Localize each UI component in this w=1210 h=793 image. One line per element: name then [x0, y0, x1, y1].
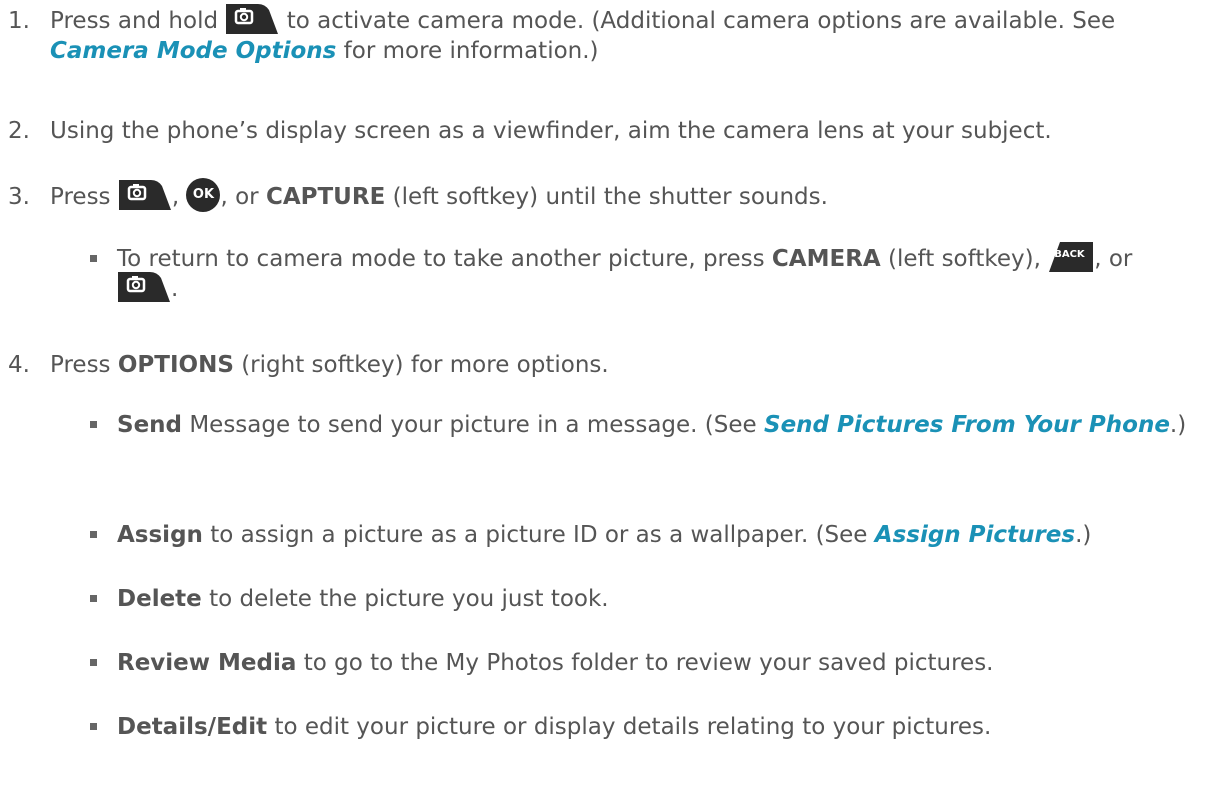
- step-number: 3.: [8, 184, 30, 210]
- step-text: Using the phone’s display screen as a vi…: [50, 118, 1052, 144]
- bullet-marker: [90, 531, 97, 538]
- option-delete: Delete to delete the picture you just to…: [90, 584, 1190, 614]
- back-key-icon: BACK: [1048, 240, 1094, 274]
- step-1: 1. Press and hold to activate camera mod…: [8, 3, 1200, 66]
- step-4: 4. Press OPTIONS (right softkey) for mor…: [8, 350, 1200, 380]
- assign-pictures-link[interactable]: Assign Pictures: [875, 522, 1075, 548]
- step-3-bullet: To return to camera mode to take another…: [90, 241, 1190, 304]
- step-text: Press , OK, or CAPTURE (left softkey) un…: [50, 177, 1200, 212]
- capture-softkey-label: CAPTURE: [265, 184, 386, 210]
- bullet-text: Delete to delete the picture you just to…: [117, 586, 609, 612]
- camera-key-icon: [225, 2, 279, 36]
- option-assign: Assign to assign a picture as a picture …: [90, 520, 1190, 550]
- bullet-marker: [90, 421, 97, 428]
- bullet-text: Details/Edit to edit your picture or dis…: [117, 714, 992, 740]
- step-text: Press OPTIONS (right softkey) for more o…: [50, 352, 609, 378]
- option-review-media: Review Media to go to the My Photos fold…: [90, 648, 1190, 678]
- document: 1. Press and hold to activate camera mod…: [0, 0, 1210, 793]
- step-text: Press and hold to activate camera mode. …: [50, 3, 1200, 66]
- camera-softkey-label: CAMERA: [771, 246, 881, 272]
- camera-key-icon: [118, 178, 172, 212]
- option-send: Send Message to send your picture in a m…: [90, 410, 1190, 440]
- step-number: 4.: [8, 352, 30, 378]
- option-details-edit: Details/Edit to edit your picture or dis…: [90, 712, 1190, 742]
- bullet-text: Send Message to send your picture in a m…: [117, 412, 1187, 438]
- bullet-marker: [90, 659, 97, 666]
- step-number: 1.: [8, 8, 30, 34]
- bullet-text: Review Media to go to the My Photos fold…: [117, 650, 994, 676]
- ok-key-icon: OK: [186, 177, 221, 212]
- bullet-marker: [90, 723, 97, 730]
- step-3: 3. Press , OK, or CAPTURE (left softkey)…: [8, 177, 1200, 212]
- camera-mode-options-link[interactable]: Camera Mode Options: [50, 38, 336, 64]
- step-2: 2. Using the phone’s display screen as a…: [8, 116, 1200, 146]
- bullet-text: To return to camera mode to take another…: [117, 241, 1190, 304]
- options-softkey-label: OPTIONS: [117, 352, 234, 378]
- send-pictures-link[interactable]: Send Pictures From Your Phone: [764, 412, 1170, 438]
- camera-key-icon: [117, 270, 171, 304]
- bullet-text: Assign to assign a picture as a picture …: [117, 522, 1092, 548]
- bullet-marker: [90, 595, 97, 602]
- bullet-marker: [90, 255, 97, 262]
- step-number: 2.: [8, 118, 30, 144]
